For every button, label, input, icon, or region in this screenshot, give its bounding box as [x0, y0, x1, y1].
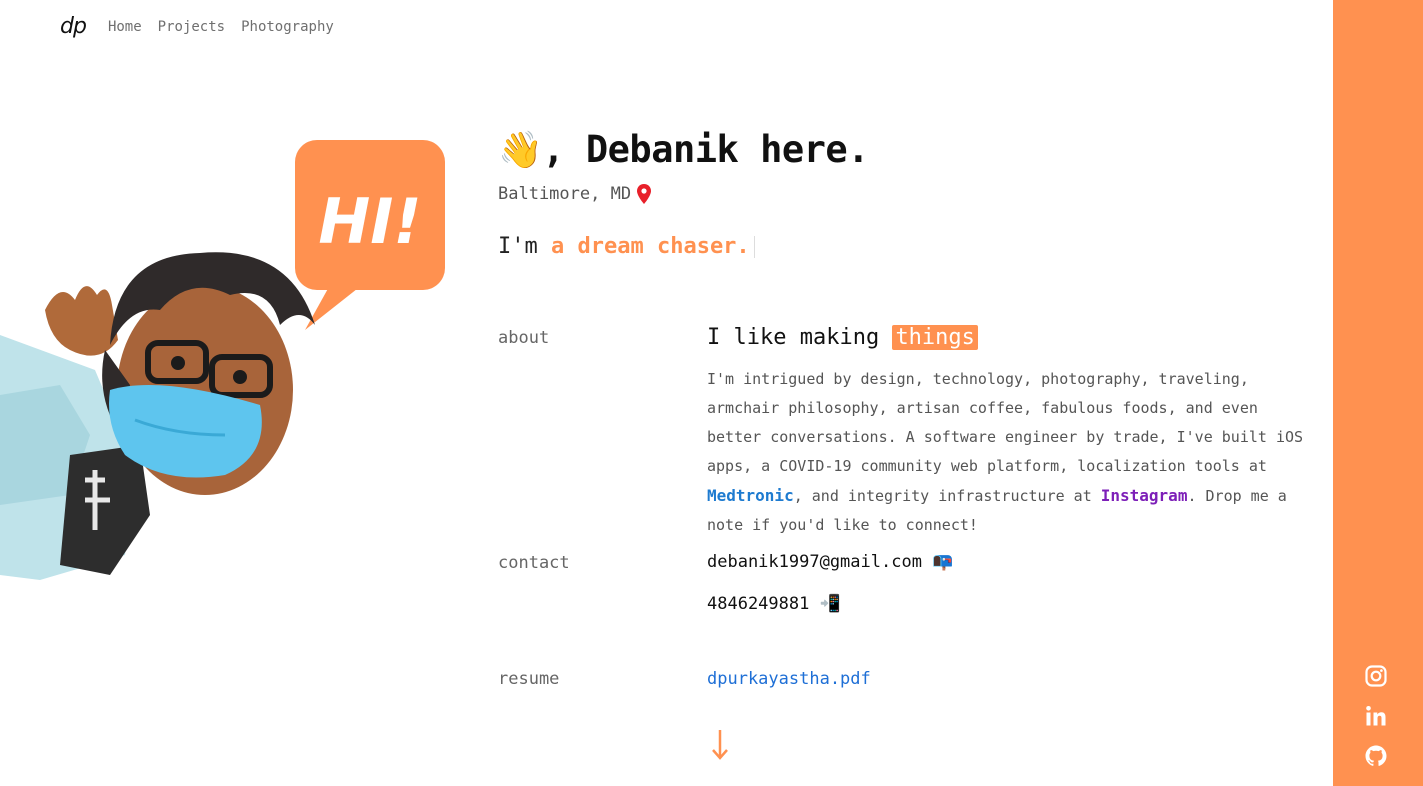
- hi-speech-bubble: HI!: [295, 140, 445, 330]
- scroll-down-arrow-icon[interactable]: [710, 728, 730, 762]
- typing-caret: [753, 236, 755, 258]
- hero-title-text: , Debanik here.: [542, 128, 869, 171]
- tagline-prefix: I'm: [498, 234, 538, 259]
- about-heading-prefix: I like making: [707, 325, 880, 350]
- map-pin-icon: [637, 184, 652, 204]
- resume-label: resume: [498, 669, 560, 689]
- mailbox-icon: 📭: [932, 552, 954, 572]
- about-body-part2: , and integrity infrastructure at: [793, 487, 1092, 505]
- nav-photography-link[interactable]: Photography: [241, 19, 334, 35]
- about-heading: I like making things: [707, 325, 978, 350]
- tagline: I'm a dream chaser.: [498, 234, 755, 259]
- linkedin-icon[interactable]: [1364, 704, 1388, 728]
- avatar-illustration: HI!: [0, 140, 445, 580]
- location-text: Baltimore, MD: [498, 184, 632, 204]
- about-body: I'm intrigued by design, technology, pho…: [707, 365, 1307, 540]
- social-sidebar: [1333, 0, 1423, 786]
- email-line: debanik1997@gmail.com 📭: [707, 552, 953, 572]
- about-heading-highlight: things: [892, 325, 978, 350]
- tagline-typed-text: a dream chaser.: [551, 234, 750, 259]
- about-body-part1: I'm intrigued by design, technology, pho…: [707, 370, 1304, 475]
- email-address[interactable]: debanik1997@gmail.com: [707, 552, 922, 572]
- resume-link[interactable]: dpurkayastha.pdf: [707, 669, 871, 689]
- location: Baltimore, MD: [498, 184, 652, 204]
- instagram-icon[interactable]: [1364, 664, 1388, 688]
- top-nav: dp Home Projects Photography: [60, 14, 334, 39]
- hero-title: 👋, Debanik here.: [498, 128, 869, 171]
- contact-label: contact: [498, 553, 570, 573]
- medtronic-link[interactable]: Medtronic: [707, 486, 794, 505]
- waving-hand-icon: 👋: [498, 130, 543, 171]
- site-logo[interactable]: dp: [60, 14, 87, 39]
- nav-projects-link[interactable]: Projects: [158, 19, 225, 35]
- phone-number[interactable]: 4846249881: [707, 594, 809, 614]
- github-icon[interactable]: [1364, 744, 1388, 768]
- instagram-link[interactable]: Instagram: [1101, 486, 1188, 505]
- about-label: about: [498, 328, 550, 348]
- svg-text:HI!: HI!: [318, 185, 421, 258]
- nav-home-link[interactable]: Home: [108, 19, 142, 35]
- mobile-phone-icon: 📲: [819, 594, 841, 614]
- phone-line: 4846249881 📲: [707, 594, 841, 614]
